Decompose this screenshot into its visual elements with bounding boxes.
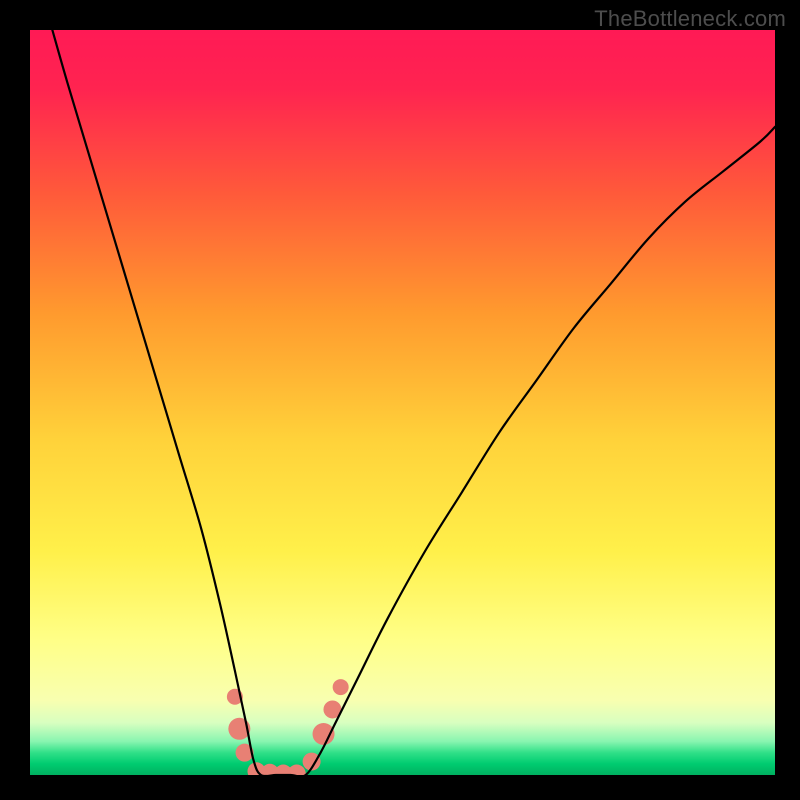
watermark-text: TheBottleneck.com [594,6,786,32]
plot-area [30,30,775,775]
data-marker [313,723,335,745]
chart-svg [30,30,775,775]
data-marker [333,679,349,695]
gradient-bg [30,30,775,775]
chart-frame: TheBottleneck.com [0,0,800,800]
